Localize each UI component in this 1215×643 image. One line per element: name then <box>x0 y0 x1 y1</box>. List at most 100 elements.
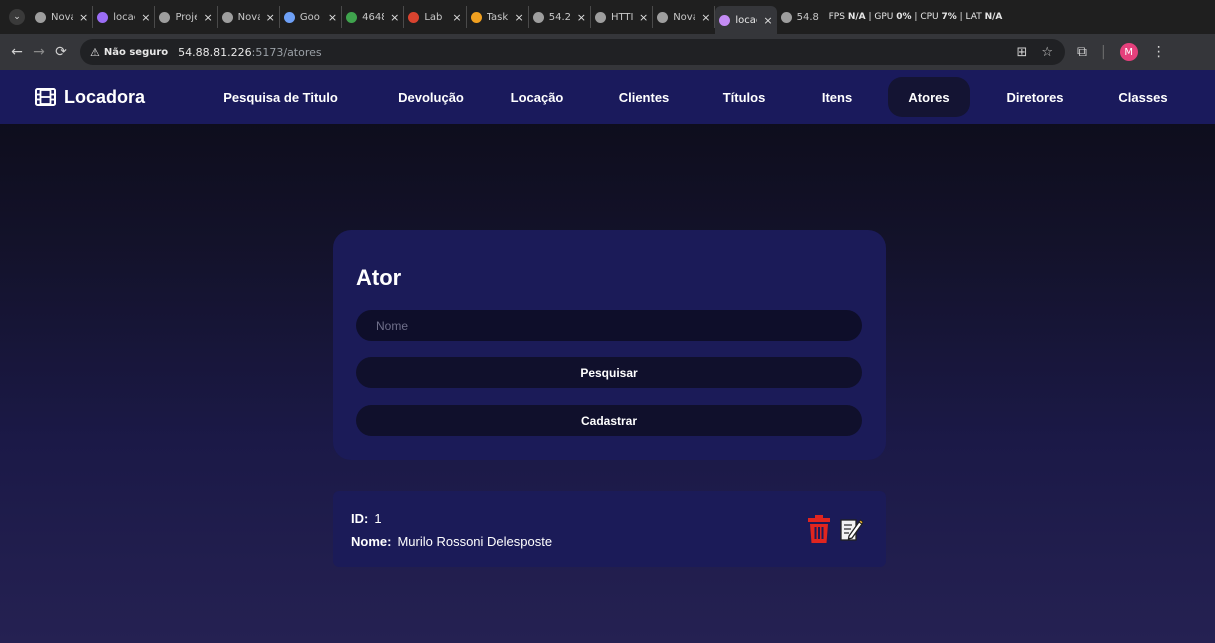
browser-tab[interactable]: Goo × <box>280 6 343 28</box>
app-page: Locadora Pesquisa de Titulo Devolução Lo… <box>0 70 1215 643</box>
close-tab-icon[interactable]: × <box>452 11 461 24</box>
browser-tab[interactable]: Nova × <box>31 6 94 28</box>
trash-icon[interactable] <box>807 514 831 544</box>
perf-fps: FPS <box>828 12 845 22</box>
url-host: 54.88.81.226 <box>178 45 252 59</box>
tab-search-icon[interactable]: ⌄ <box>9 9 25 25</box>
close-tab-icon[interactable]: × <box>515 11 524 24</box>
tab-favicon-icon <box>97 11 109 23</box>
tab-favicon-icon <box>532 11 544 23</box>
result-id-line: ID: 1 <box>351 511 382 526</box>
tab-favicon-icon <box>159 11 171 23</box>
nav-classes[interactable]: Classes <box>1112 84 1174 110</box>
result-name-line: Nome: Murilo Rossoni Delesposte <box>351 534 552 549</box>
close-tab-icon[interactable]: × <box>328 11 337 24</box>
address-bar[interactable]: ⚠ Não seguro 54.88.81.226:5173/atores ⊞ … <box>80 39 1065 65</box>
tab-favicon-icon <box>221 11 233 23</box>
name-label: Nome: <box>351 534 392 549</box>
nav-locacao[interactable]: Locação <box>505 84 569 110</box>
nav-itens[interactable]: Itens <box>812 84 862 110</box>
perf-gpu-val: 0% <box>896 12 912 22</box>
close-tab-icon[interactable]: × <box>763 14 772 27</box>
name-field <box>356 310 862 341</box>
film-icon <box>35 88 56 106</box>
actor-result-card: ID: 1 Nome: Murilo Rossoni Delesposte <box>333 491 886 567</box>
perf-cpu-val: 7% <box>941 12 957 22</box>
browser-tab[interactable]: locac × <box>715 6 777 34</box>
nav-pesquisa-de-titulo[interactable]: Pesquisa de Titulo <box>218 84 343 110</box>
tab-title: 4648 <box>362 11 384 23</box>
tab-title: Nova <box>51 11 73 23</box>
close-tab-icon[interactable]: × <box>203 11 212 24</box>
profile-avatar[interactable]: M <box>1119 43 1138 61</box>
name-value: Murilo Rossoni Delesposte <box>397 534 553 549</box>
back-icon[interactable]: ← <box>6 44 28 60</box>
form-title: Ator <box>356 265 402 290</box>
perf-gpu: GPU <box>874 12 894 22</box>
actor-form-card: Ator Pesquisar Cadastrar <box>333 230 886 460</box>
close-tab-icon[interactable]: × <box>390 11 399 24</box>
app-navbar: Locadora Pesquisa de Titulo Devolução Lo… <box>0 70 1215 124</box>
nav-clientes[interactable]: Clientes <box>611 84 677 110</box>
tab-favicon-icon <box>408 11 420 23</box>
tab-title: Proje <box>175 11 197 23</box>
browser-tab[interactable]: Lab I × <box>404 6 467 28</box>
tab-title: Lab I <box>424 11 447 23</box>
tab-favicon-icon <box>594 11 606 23</box>
close-tab-icon[interactable]: × <box>79 11 88 24</box>
tab-favicon-icon <box>346 11 358 23</box>
search-button[interactable]: Pesquisar <box>356 357 862 388</box>
tab-title: Goo <box>299 11 320 23</box>
nav-diretores[interactable]: Diretores <box>1000 84 1070 110</box>
browser-tab-strip: ⌄ Nova×locac×Proje×Nova×Goo×4648×Lab I×T… <box>0 0 1215 34</box>
translate-icon[interactable]: ⊞ <box>1016 45 1027 60</box>
tab-title: locac <box>735 14 757 26</box>
id-value: 1 <box>374 511 382 526</box>
browser-tab[interactable]: locac × <box>93 6 156 28</box>
tab-favicon-icon <box>470 11 482 23</box>
warning-icon[interactable]: ⚠ <box>90 46 100 59</box>
nav-titulos[interactable]: Títulos <box>714 84 774 110</box>
not-secure-label[interactable]: Não seguro <box>104 47 168 58</box>
browser-toolbar: ← → ⟳ ⚠ Não seguro 54.88.81.226:5173/ato… <box>0 34 1215 70</box>
nav-devolucao[interactable]: Devolução <box>391 84 471 110</box>
brand[interactable]: Locadora <box>35 87 145 108</box>
tab-title: Nova <box>673 11 695 23</box>
perf-fps-val: N/A <box>847 12 866 22</box>
brand-name: Locadora <box>64 86 146 107</box>
reload-icon[interactable]: ⟳ <box>50 44 72 60</box>
create-button[interactable]: Cadastrar <box>356 405 862 436</box>
tab-title: Nova <box>237 11 260 23</box>
forward-icon[interactable]: → <box>28 44 50 60</box>
name-input[interactable] <box>356 310 862 341</box>
tab-title: 54.2 <box>548 11 571 23</box>
tab-title: 54.8 <box>796 11 819 23</box>
extensions-icon[interactable]: ⧉ <box>1077 44 1087 60</box>
nav-atores[interactable]: Atores <box>888 77 970 117</box>
browser-tab[interactable]: HTTI × <box>591 6 654 28</box>
tab-favicon-icon <box>657 11 669 23</box>
tab-title: locac <box>113 11 135 23</box>
browser-tab[interactable]: 4648 × <box>342 6 405 28</box>
close-tab-icon[interactable]: × <box>141 11 150 24</box>
browser-tab[interactable]: Task × <box>467 6 529 28</box>
browser-tab[interactable]: 54.2 × <box>529 6 591 28</box>
close-tab-icon[interactable]: × <box>577 11 586 24</box>
close-tab-icon[interactable]: × <box>266 11 275 24</box>
browser-tab[interactable]: Proje × <box>155 6 218 28</box>
tab-favicon-icon <box>719 14 731 26</box>
browser-tab[interactable]: Nova × <box>653 6 716 28</box>
browser-tab[interactable]: Nova × <box>218 6 280 28</box>
bookmark-star-icon[interactable]: ☆ <box>1041 45 1053 60</box>
tab-favicon-icon <box>35 11 46 23</box>
perf-overlay: FPS N/A | GPU 0% | CPU 7% | LAT N/A <box>828 12 1003 22</box>
tab-title: Task <box>486 11 509 23</box>
browser-menu-icon[interactable]: ⋮ <box>1152 44 1166 60</box>
url-path: :5173/atores <box>251 45 322 59</box>
browser-tab[interactable]: 54.8 <box>777 6 825 28</box>
tab-favicon-icon <box>780 11 792 23</box>
close-tab-icon[interactable]: × <box>639 11 648 24</box>
close-tab-icon[interactable]: × <box>701 11 710 24</box>
edit-icon[interactable] <box>839 514 863 544</box>
id-label: ID: <box>351 511 369 526</box>
